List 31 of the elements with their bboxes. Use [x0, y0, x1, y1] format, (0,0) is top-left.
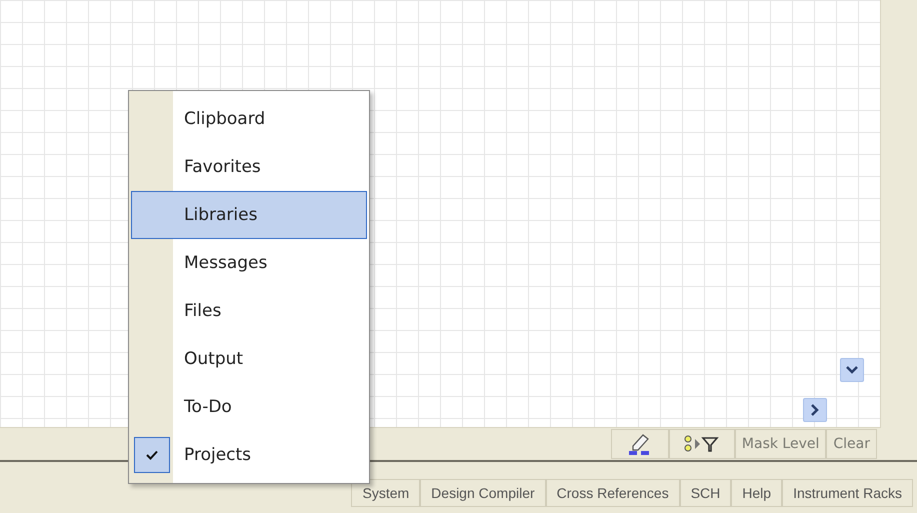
panel-tab[interactable]: System [351, 479, 420, 507]
scroll-right-button[interactable] [803, 398, 827, 422]
menu-item-label: Projects [184, 445, 252, 465]
chevron-right-icon [811, 404, 819, 416]
panel-tab[interactable]: Cross References [546, 479, 680, 507]
filter-icon [682, 434, 721, 454]
menu-item[interactable]: Libraries [131, 191, 367, 239]
menu-item[interactable]: Output [131, 335, 367, 383]
menu-item-label: Libraries [184, 205, 258, 225]
panel-tab[interactable]: Instrument Racks [782, 479, 913, 507]
menu-item-label: To-Do [184, 397, 232, 417]
menu-item[interactable]: Files [131, 287, 367, 335]
toolbar-button[interactable]: Mask Level [734, 429, 826, 459]
panel-tab[interactable]: Design Compiler [420, 479, 546, 507]
menu-item[interactable]: Favorites [131, 143, 367, 191]
menu-item-label: Output [184, 349, 244, 369]
menu-item-label: Favorites [184, 157, 261, 177]
menu-item[interactable]: To-Do [131, 383, 367, 431]
toolbar-button[interactable]: Clear [826, 429, 877, 459]
panel-tab[interactable]: SCH [680, 479, 732, 507]
menu-item[interactable]: Messages [131, 239, 367, 287]
menu-item-label: Messages [184, 253, 268, 273]
menu-item[interactable]: Projects [131, 431, 367, 479]
scroll-down-button[interactable] [840, 358, 864, 382]
menu-item-label: Files [184, 301, 222, 321]
eraser-button[interactable] [610, 429, 669, 459]
menu-item-label: Clipboard [184, 109, 266, 129]
chevron-down-icon [846, 366, 858, 374]
panel-tab[interactable]: Help [731, 479, 782, 507]
menu-item[interactable]: Clipboard [131, 95, 367, 143]
filter-button[interactable] [668, 429, 735, 459]
